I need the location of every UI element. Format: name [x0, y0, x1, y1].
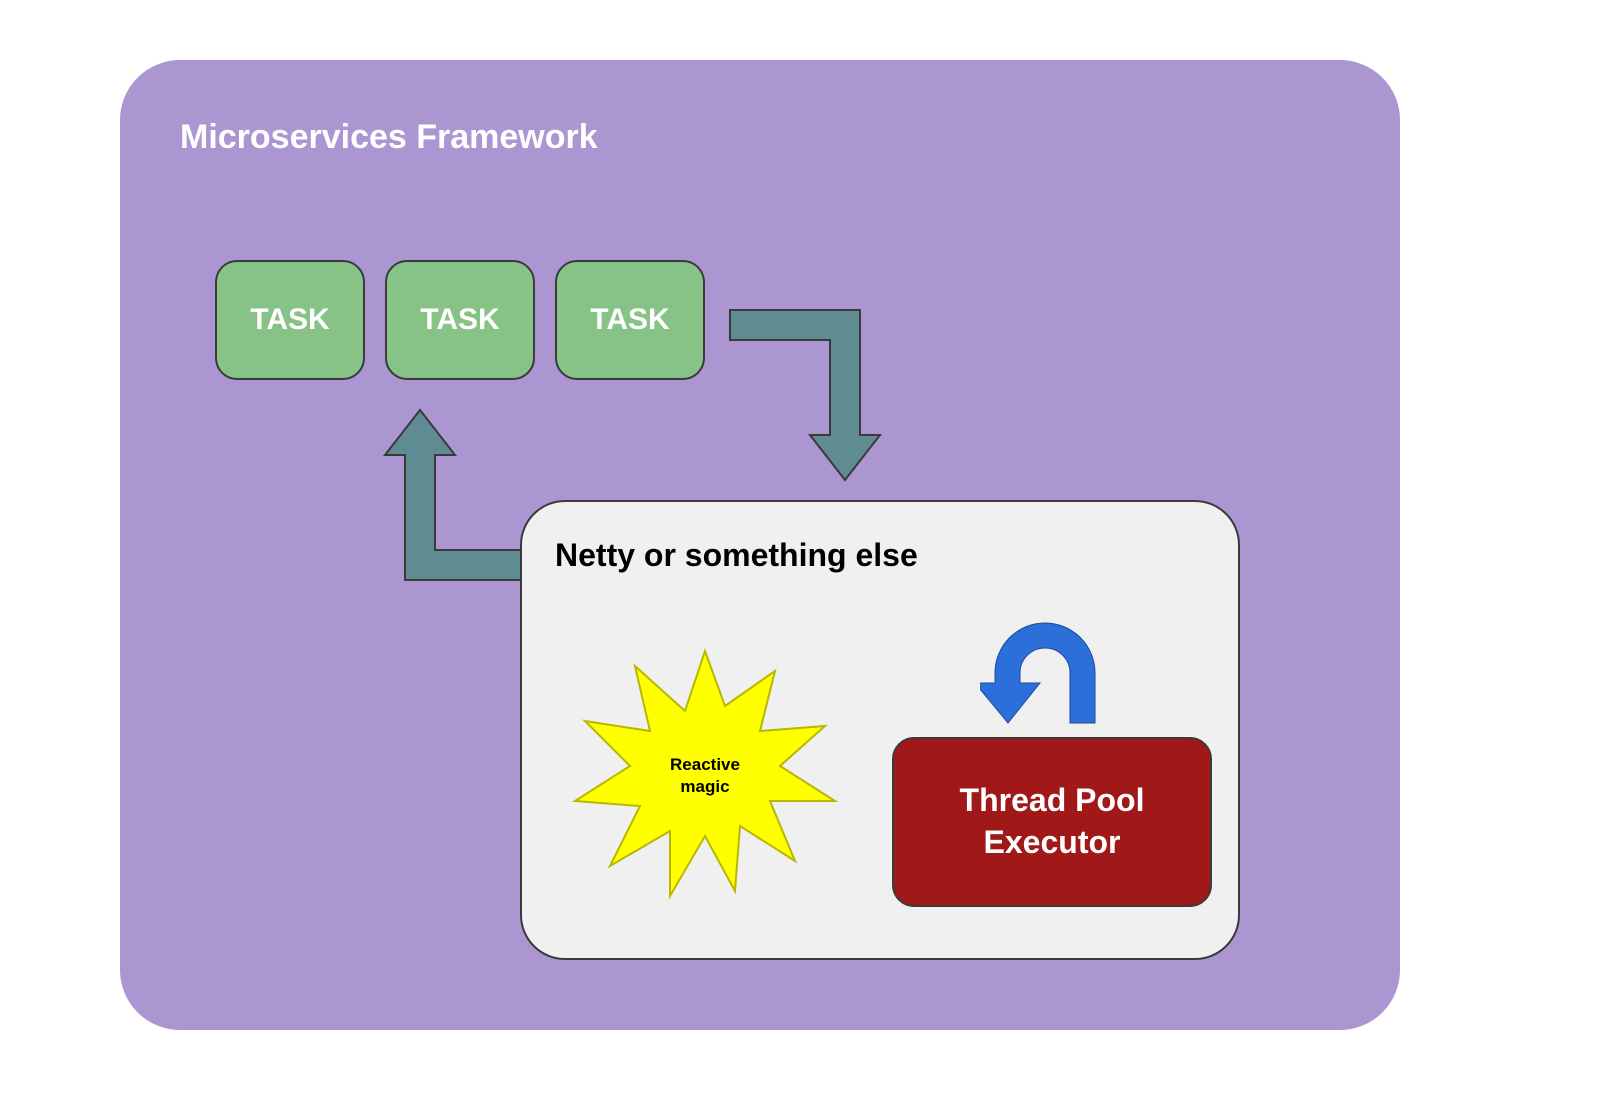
task-label-3: TASK: [590, 303, 669, 337]
task-box-1: TASK: [215, 260, 365, 380]
framework-container: Microservices Framework TASK TASK TASK N…: [120, 60, 1400, 1030]
starburst-container: Reactive magic: [565, 636, 845, 916]
task-label-2: TASK: [420, 303, 499, 337]
netty-title: Netty or something else: [555, 537, 918, 574]
arrow-netty-to-tasks-icon: [330, 405, 550, 605]
arrow-self-loop-icon: [980, 608, 1160, 748]
task-box-2: TASK: [385, 260, 535, 380]
task-box-3: TASK: [555, 260, 705, 380]
task-label-1: TASK: [250, 303, 329, 337]
thread-pool-label: Thread Pool Executor: [960, 780, 1145, 863]
starburst-label: Reactive magic: [670, 754, 740, 798]
thread-pool-box: Thread Pool Executor: [892, 737, 1212, 907]
arrow-tasks-to-netty-icon: [720, 295, 940, 495]
framework-title: Microservices Framework: [180, 118, 598, 157]
